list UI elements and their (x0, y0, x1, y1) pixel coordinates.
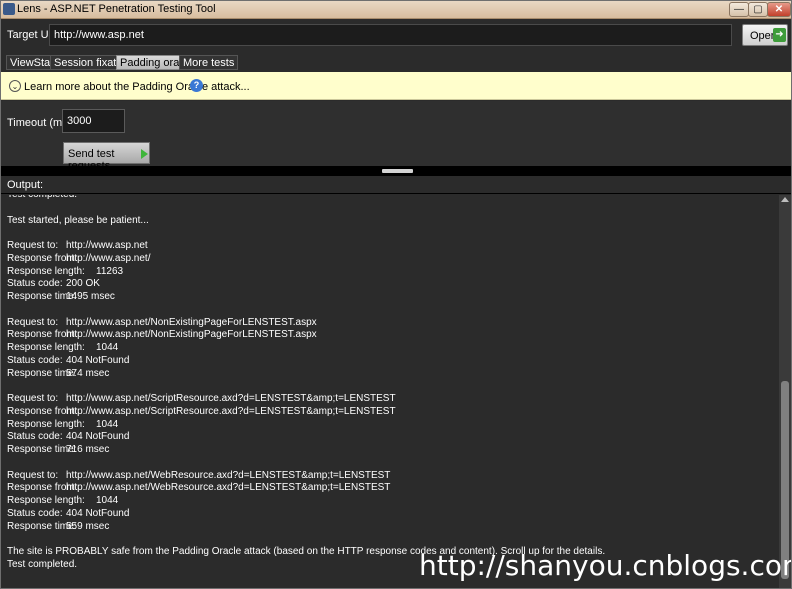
minimize-button[interactable]: — (729, 2, 749, 17)
output-line: Response length: 1044 (7, 418, 118, 432)
open-button[interactable]: Open ➜ (742, 24, 788, 46)
output-line: Response time: 574 msec (7, 368, 109, 381)
output-line: Response time: 716 msec (7, 444, 109, 457)
output-line: Response length: 1044 (7, 342, 118, 355)
chevron-down-icon[interactable]: ⌄ (9, 80, 21, 92)
output-line: Response from: http://www.asp.net/NonExis… (7, 329, 317, 342)
output-value: 1044 (96, 418, 119, 430)
output-key: Response length: (7, 418, 85, 430)
output-key: Test completed. (7, 195, 77, 200)
settings-panel: Timeout (ms): Send test requests (1, 101, 791, 172)
output-line: Status code: 200 OK (7, 278, 100, 291)
help-icon[interactable]: ? (190, 79, 203, 92)
output-value: http://www.asp.net/ScriptResource.axd?d=… (66, 393, 396, 404)
output-value: http://www.asp.net/WebResource.axd?d=LEN… (66, 469, 391, 481)
target-url-row: Target URL: Open ➜ (1, 20, 791, 52)
output-key: Response length: (7, 342, 85, 353)
output-value: http://www.asp.net/ (66, 252, 151, 264)
output-line: Test completed. (7, 195, 77, 202)
output-key: Request to: (7, 316, 59, 328)
watermark: http://shanyou.cnblogs.com (419, 549, 792, 582)
output-line: Status code: 404 NotFound (7, 507, 129, 521)
output-line: Response time: 1495 msec (7, 291, 115, 304)
output-value: http://www.asp.net/WebResource.axd?d=LEN… (66, 482, 391, 494)
output-key: Response length: (7, 265, 85, 277)
output-value: http://www.asp.net/NonExistingPageForLEN… (66, 329, 317, 341)
output-line: Request to: http://www.asp.net/WebResourc… (7, 469, 390, 483)
output-header: Output: (1, 176, 791, 194)
output-line: Test completed. (7, 559, 77, 572)
send-test-requests-button[interactable]: Send test requests (63, 142, 150, 172)
output-value: 404 NotFound (66, 431, 130, 443)
output-line: Response time: 559 msec (7, 521, 109, 534)
arrow-right-icon: ➜ (773, 28, 786, 42)
output-key: Status code: (7, 354, 63, 366)
tab-more-tests[interactable]: More tests (179, 55, 239, 70)
output-label: Output: (7, 179, 44, 191)
title-bar: Lens - ASP.NET Penetration Testing Tool … (1, 1, 791, 19)
learn-more-link[interactable]: Learn more about the Padding Oracle atta… (24, 81, 250, 93)
output-key: Request to: (7, 240, 59, 251)
output-value: http://www.asp.net (66, 240, 148, 251)
output-line: Test started, please be patient... (7, 215, 149, 228)
output-line: Status code: 404 NotFound (7, 431, 129, 444)
output-value: 716 msec (66, 444, 110, 455)
output-key: Test started, please be patient... (7, 214, 149, 226)
output-value: 11263 (96, 265, 124, 277)
timeout-input[interactable] (62, 109, 125, 133)
output-key: Request to: (7, 393, 59, 404)
output-key: Test completed. (7, 558, 78, 570)
output-key: Status code: (7, 278, 63, 290)
splitter-grip[interactable] (382, 169, 413, 173)
output-text: Test completed. Test started, please be p… (1, 195, 779, 588)
output-key: Status code: (7, 431, 63, 443)
output-line: Request to: http://www.asp.net/NonExistin… (7, 316, 317, 330)
output-value: 200 OK (66, 278, 100, 290)
output-scrollbar[interactable] (779, 195, 791, 588)
output-value: 1044 (96, 495, 119, 506)
close-button[interactable]: ✕ (767, 2, 791, 17)
output-line: Request to: http://www.asp.net/ScriptReso… (7, 393, 396, 406)
output-value: http://www.asp.net/NonExistingPageForLEN… (66, 316, 317, 328)
app-window: Lens - ASP.NET Penetration Testing Tool … (0, 0, 792, 589)
splitter[interactable] (1, 166, 791, 176)
play-icon (141, 149, 148, 159)
output-key: Request to: (7, 469, 59, 481)
output-line: Request to: http://www.asp.net (7, 240, 148, 253)
target-url-input[interactable] (49, 24, 732, 46)
output-line: Response from: http://www.asp.net/ (7, 253, 151, 266)
maximize-button[interactable]: ▢ (748, 2, 768, 17)
scroll-up-icon[interactable] (781, 197, 789, 202)
window-title: Lens - ASP.NET Penetration Testing Tool (17, 3, 216, 15)
output-line: Status code: 404 NotFound (7, 354, 129, 368)
output-key: Status code: (7, 507, 63, 519)
output-value: 404 NotFound (66, 354, 130, 366)
tab-bar: ViewState Session fixation Padding oracl… (1, 54, 791, 71)
output-line: Response from: http://www.asp.net/WebReso… (7, 482, 390, 495)
output-value: 574 msec (66, 367, 110, 379)
output-value: 1044 (96, 342, 119, 353)
output-value: 559 msec (66, 520, 110, 532)
output-key: Response length: (7, 495, 85, 506)
output-line: Response from: http://www.asp.net/ScriptR… (7, 406, 396, 419)
output-value: http://www.asp.net/ScriptResource.axd?d=… (66, 405, 396, 417)
output-value: 404 NotFound (66, 507, 130, 519)
output-line: Response length: 11263 (7, 265, 123, 279)
output-line: Response length: 1044 (7, 495, 118, 508)
info-bar: ⌄ Learn more about the Padding Oracle at… (1, 72, 791, 100)
output-value: 1495 msec (66, 291, 115, 302)
app-icon (3, 3, 15, 15)
